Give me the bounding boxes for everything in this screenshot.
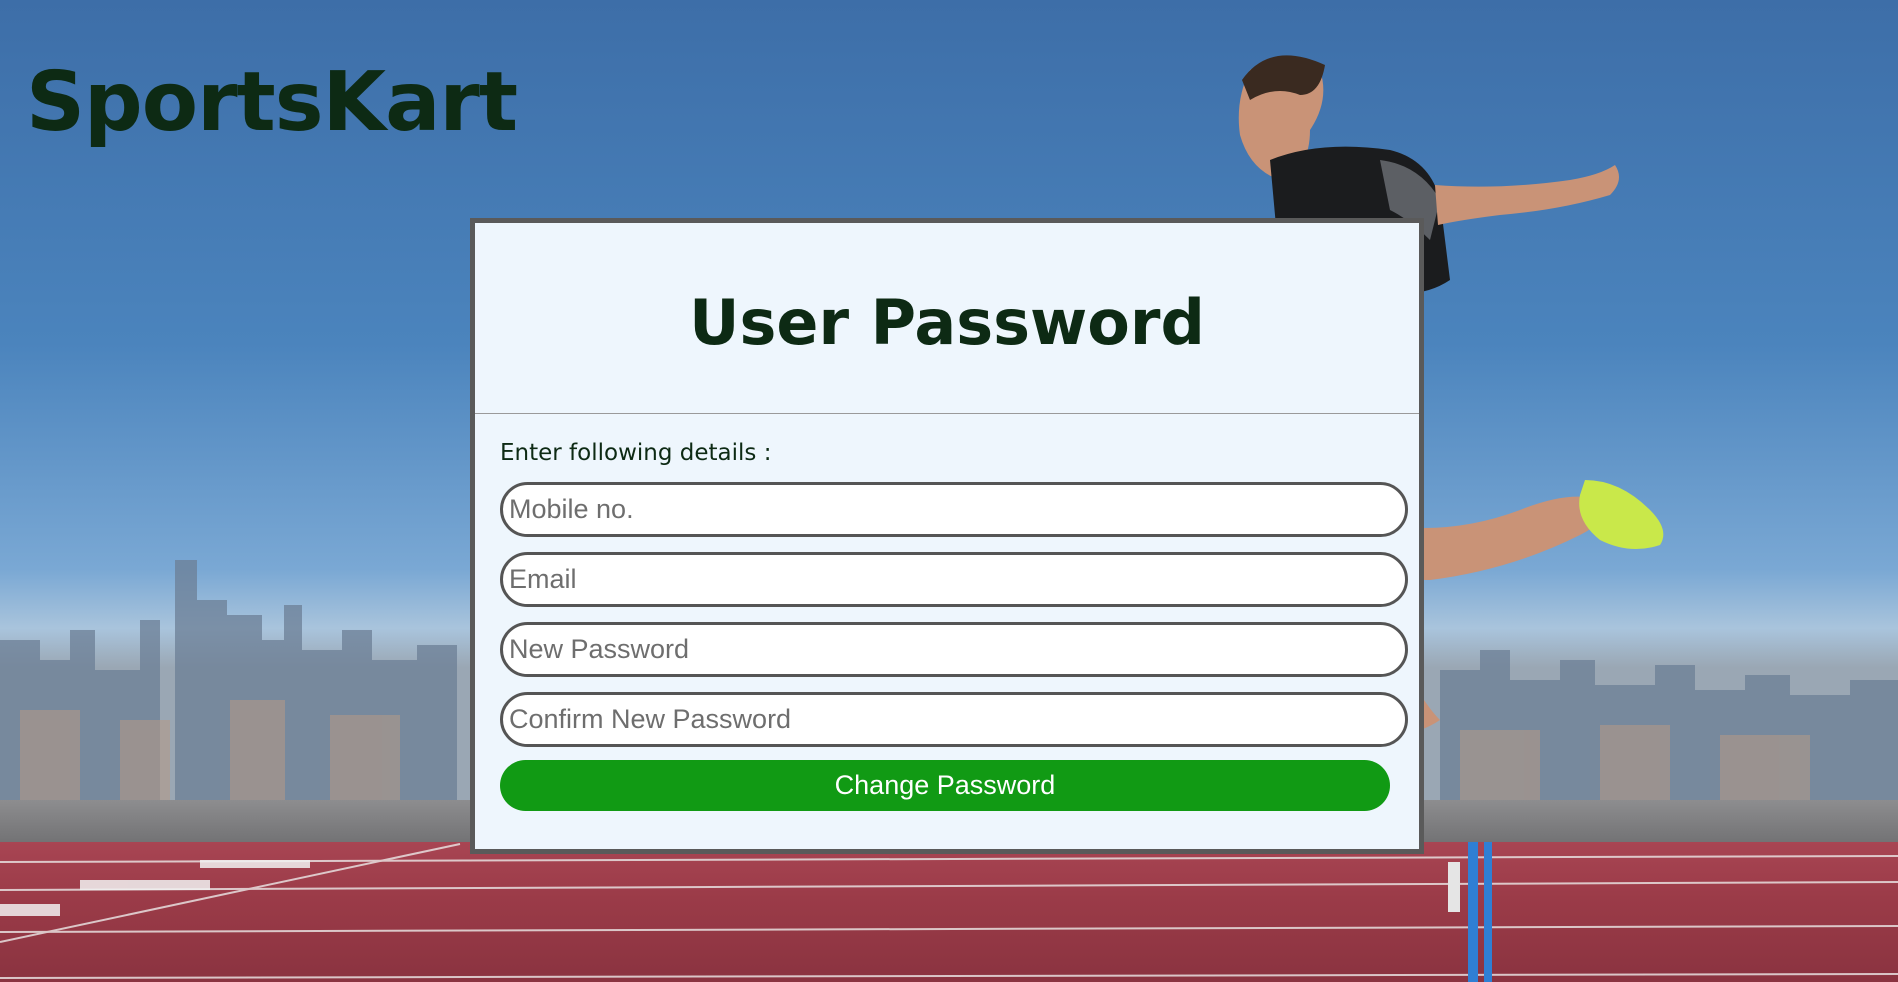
form-instructions: Enter following details :: [500, 440, 772, 466]
confirm-password-input[interactable]: [500, 691, 1408, 747]
new-password-input[interactable]: [500, 621, 1408, 677]
brand-logo-text[interactable]: SportsKart: [26, 62, 518, 144]
card-header: User Password: [475, 223, 1419, 414]
mobile-input[interactable]: [500, 481, 1408, 537]
email-input[interactable]: [500, 551, 1408, 607]
card-body: Enter following details : Change Passwor…: [475, 414, 1419, 811]
change-password-button[interactable]: Change Password: [500, 759, 1390, 811]
password-form-card: User Password Enter following details : …: [470, 218, 1424, 854]
page-title: User Password: [689, 285, 1205, 359]
